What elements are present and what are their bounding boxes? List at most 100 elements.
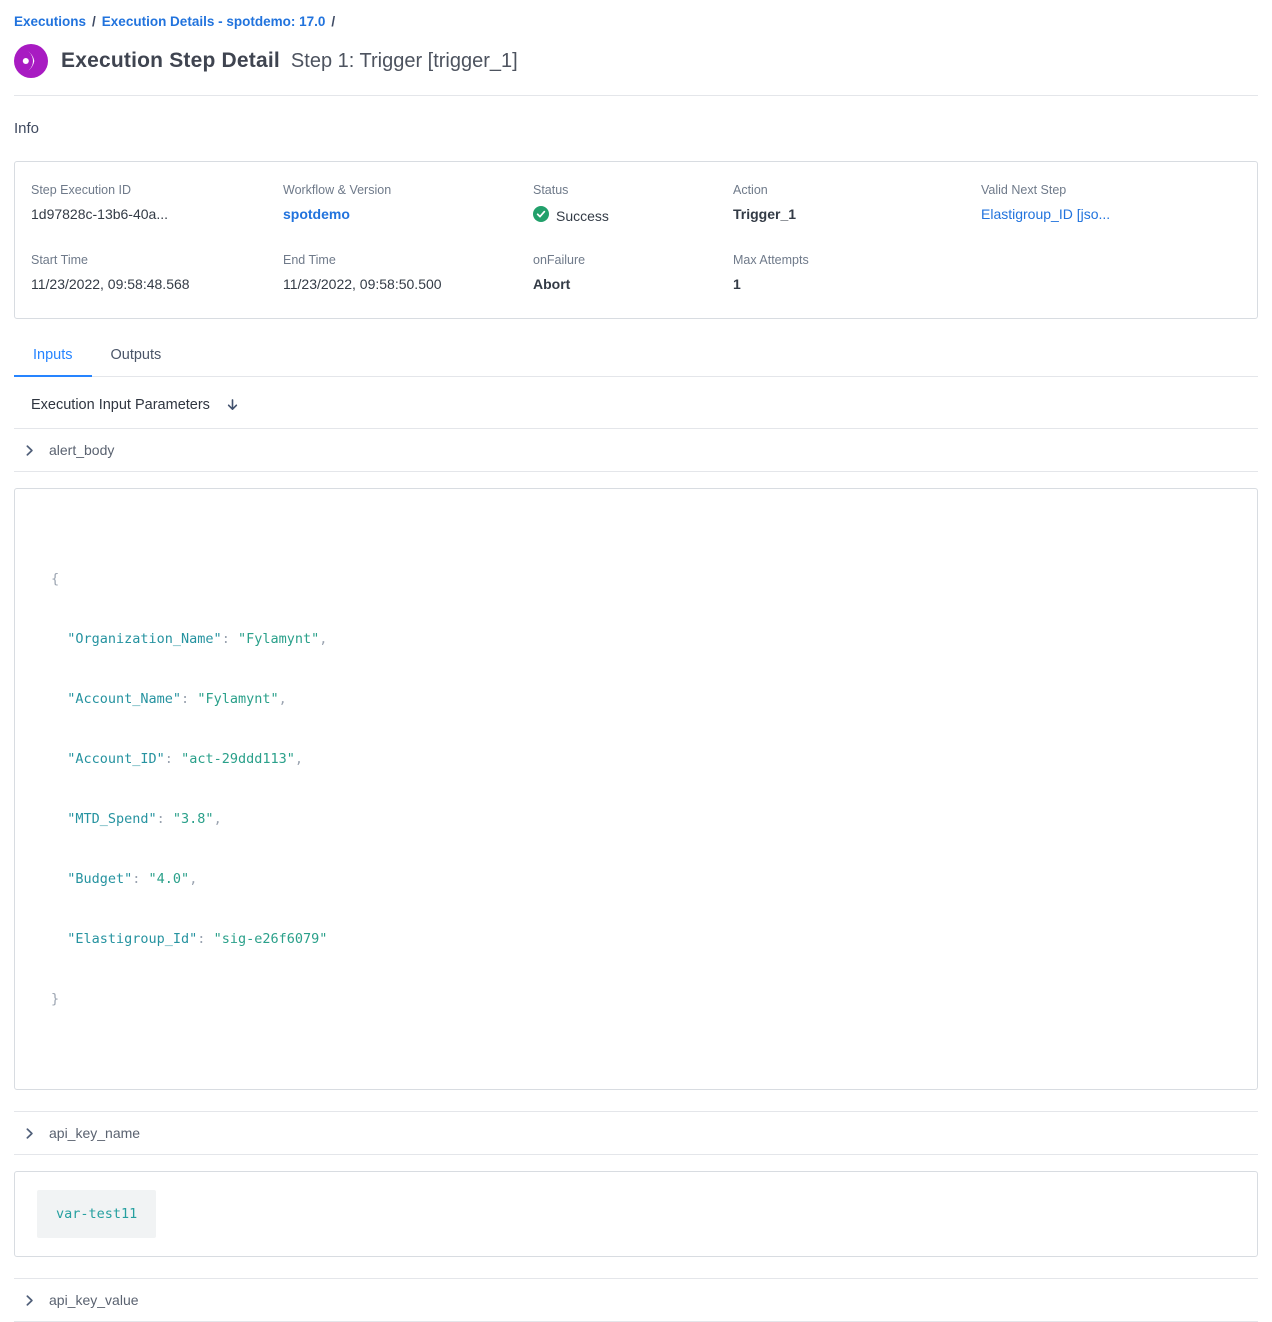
info-field-value: Abort [533, 276, 733, 292]
info-field-label: Start Time [31, 253, 283, 267]
param-name: api_key_name [49, 1125, 140, 1141]
valid-next-step-link[interactable]: Elastigroup_ID [jso... [981, 206, 1241, 222]
json-line: } [51, 989, 1221, 1009]
json-key: "Account_ID" [67, 751, 165, 767]
info-field-label: Step Execution ID [31, 183, 283, 197]
info-field-step-execution-id: Step Execution ID 1d97828c-13b6-40a... [31, 183, 283, 225]
info-field-label: Max Attempts [733, 253, 981, 267]
json-value: "Fylamynt" [197, 691, 278, 707]
success-check-icon [533, 206, 549, 225]
breadcrumb-separator: / [92, 14, 96, 29]
execution-input-parameters-header: Execution Input Parameters [14, 377, 1258, 429]
info-field-label: Status [533, 183, 733, 197]
json-colon: : [197, 931, 213, 947]
param-row-api-key-value[interactable]: api_key_value [14, 1279, 1258, 1322]
json-line: "Account_Name": "Fylamynt", [51, 689, 1221, 709]
fylamynt-logo-icon [14, 44, 48, 78]
info-field-max-attempts: Max Attempts 1 [733, 253, 981, 292]
json-comma: , [189, 871, 197, 887]
json-value: "sig-e26f6079" [214, 931, 328, 947]
param-row-api-key-name[interactable]: api_key_name [14, 1112, 1258, 1155]
tab-inputs[interactable]: Inputs [14, 336, 92, 377]
json-colon: : [132, 871, 148, 887]
info-field-start-time: Start Time 11/23/2022, 09:58:48.568 [31, 253, 283, 292]
param-section-api-key-name: api_key_name var-test11 [14, 1111, 1258, 1257]
breadcrumb-separator: / [331, 14, 335, 29]
page-subtitle: Step 1: Trigger [trigger_1] [291, 50, 518, 73]
json-key: "Elastigroup_Id" [67, 931, 197, 947]
status-badge: Success [533, 206, 733, 225]
info-field-empty [981, 253, 1241, 292]
json-key: "Account_Name" [67, 691, 181, 707]
tab-outputs[interactable]: Outputs [92, 336, 181, 376]
chevron-right-icon[interactable] [23, 444, 36, 457]
json-key: "Organization_Name" [67, 631, 221, 647]
execution-input-parameters-title: Execution Input Parameters [31, 397, 210, 413]
workflow-link[interactable]: spotdemo [283, 206, 533, 222]
json-line: { [51, 569, 1221, 589]
json-comma: , [295, 751, 303, 767]
json-line: "Budget": "4.0", [51, 869, 1221, 889]
alert-body-value-panel: { "Organization_Name": "Fylamynt", "Acco… [14, 488, 1258, 1090]
info-field-value: 1 [733, 276, 981, 292]
breadcrumb-link-executions[interactable]: Executions [14, 14, 86, 29]
json-value: "4.0" [149, 871, 190, 887]
json-close-brace: } [51, 991, 59, 1007]
json-key: "MTD_Spend" [67, 811, 156, 827]
status-text: Success [556, 208, 609, 224]
info-field-value: 11/23/2022, 09:58:48.568 [31, 276, 283, 292]
json-line: "Organization_Name": "Fylamynt", [51, 629, 1221, 649]
breadcrumb: Executions / Execution Details - spotdemo:… [14, 14, 1258, 29]
param-name: alert_body [49, 442, 114, 458]
info-field-valid-next-step: Valid Next Step Elastigroup_ID [jso... [981, 183, 1241, 225]
page-title: Execution Step Detail [61, 49, 280, 73]
api-key-name-value: var-test11 [37, 1190, 156, 1238]
api-key-name-value-panel: var-test11 [14, 1171, 1258, 1257]
info-field-label: Workflow & Version [283, 183, 533, 197]
info-field-value: 11/23/2022, 09:58:50.500 [283, 276, 533, 292]
info-field-workflow-version: Workflow & Version spotdemo [283, 183, 533, 225]
json-line: "Elastigroup_Id": "sig-e26f6079" [51, 929, 1221, 949]
json-colon: : [181, 691, 197, 707]
param-row-alert-body[interactable]: alert_body [14, 429, 1258, 472]
title-group: Execution Step Detail Step 1: Trigger [t… [61, 49, 518, 73]
param-name: api_key_value [49, 1292, 139, 1308]
json-comma: , [279, 691, 287, 707]
info-section-title: Info [14, 120, 1258, 137]
info-field-label: onFailure [533, 253, 733, 267]
breadcrumb-link-execution-details[interactable]: Execution Details - spotdemo: 17.0 [102, 14, 326, 29]
json-comma: , [319, 631, 327, 647]
tab-bar: Inputs Outputs [14, 336, 1258, 377]
json-colon: : [157, 811, 173, 827]
info-grid: Step Execution ID 1d97828c-13b6-40a... W… [31, 183, 1241, 292]
info-field-label: End Time [283, 253, 533, 267]
info-field-onfailure: onFailure Abort [533, 253, 733, 292]
info-field-value: 1d97828c-13b6-40a... [31, 206, 283, 222]
param-section-api-key-value: api_key_value [14, 1278, 1258, 1322]
info-field-action: Action Trigger_1 [733, 183, 981, 225]
json-key: "Budget" [67, 871, 132, 887]
json-line: "MTD_Spend": "3.8", [51, 809, 1221, 829]
json-colon: : [222, 631, 238, 647]
json-value: "Fylamynt" [238, 631, 319, 647]
info-field-status: Status Success [533, 183, 733, 225]
json-colon: : [165, 751, 181, 767]
json-open-brace: { [51, 571, 59, 587]
params-list: alert_body { "Organization_Name": "Fylam… [14, 429, 1258, 1322]
json-value: "act-29ddd113" [181, 751, 295, 767]
param-section-alert-body: alert_body { "Organization_Name": "Fylam… [14, 429, 1258, 1090]
info-field-label: Action [733, 183, 981, 197]
info-field-label: Valid Next Step [981, 183, 1241, 197]
info-field-value: Trigger_1 [733, 206, 981, 222]
collapse-all-arrow-down-icon[interactable] [225, 398, 240, 413]
info-field-end-time: End Time 11/23/2022, 09:58:50.500 [283, 253, 533, 292]
info-card: Step Execution ID 1d97828c-13b6-40a... W… [14, 161, 1258, 319]
page: Executions / Execution Details - spotdemo:… [0, 0, 1272, 1322]
json-line: "Account_ID": "act-29ddd113", [51, 749, 1221, 769]
json-comma: , [214, 811, 222, 827]
page-header: Execution Step Detail Step 1: Trigger [t… [14, 44, 1258, 96]
chevron-right-icon[interactable] [23, 1127, 36, 1140]
json-viewer: { "Organization_Name": "Fylamynt", "Acco… [51, 529, 1221, 1049]
json-value: "3.8" [173, 811, 214, 827]
chevron-right-icon[interactable] [23, 1294, 36, 1307]
